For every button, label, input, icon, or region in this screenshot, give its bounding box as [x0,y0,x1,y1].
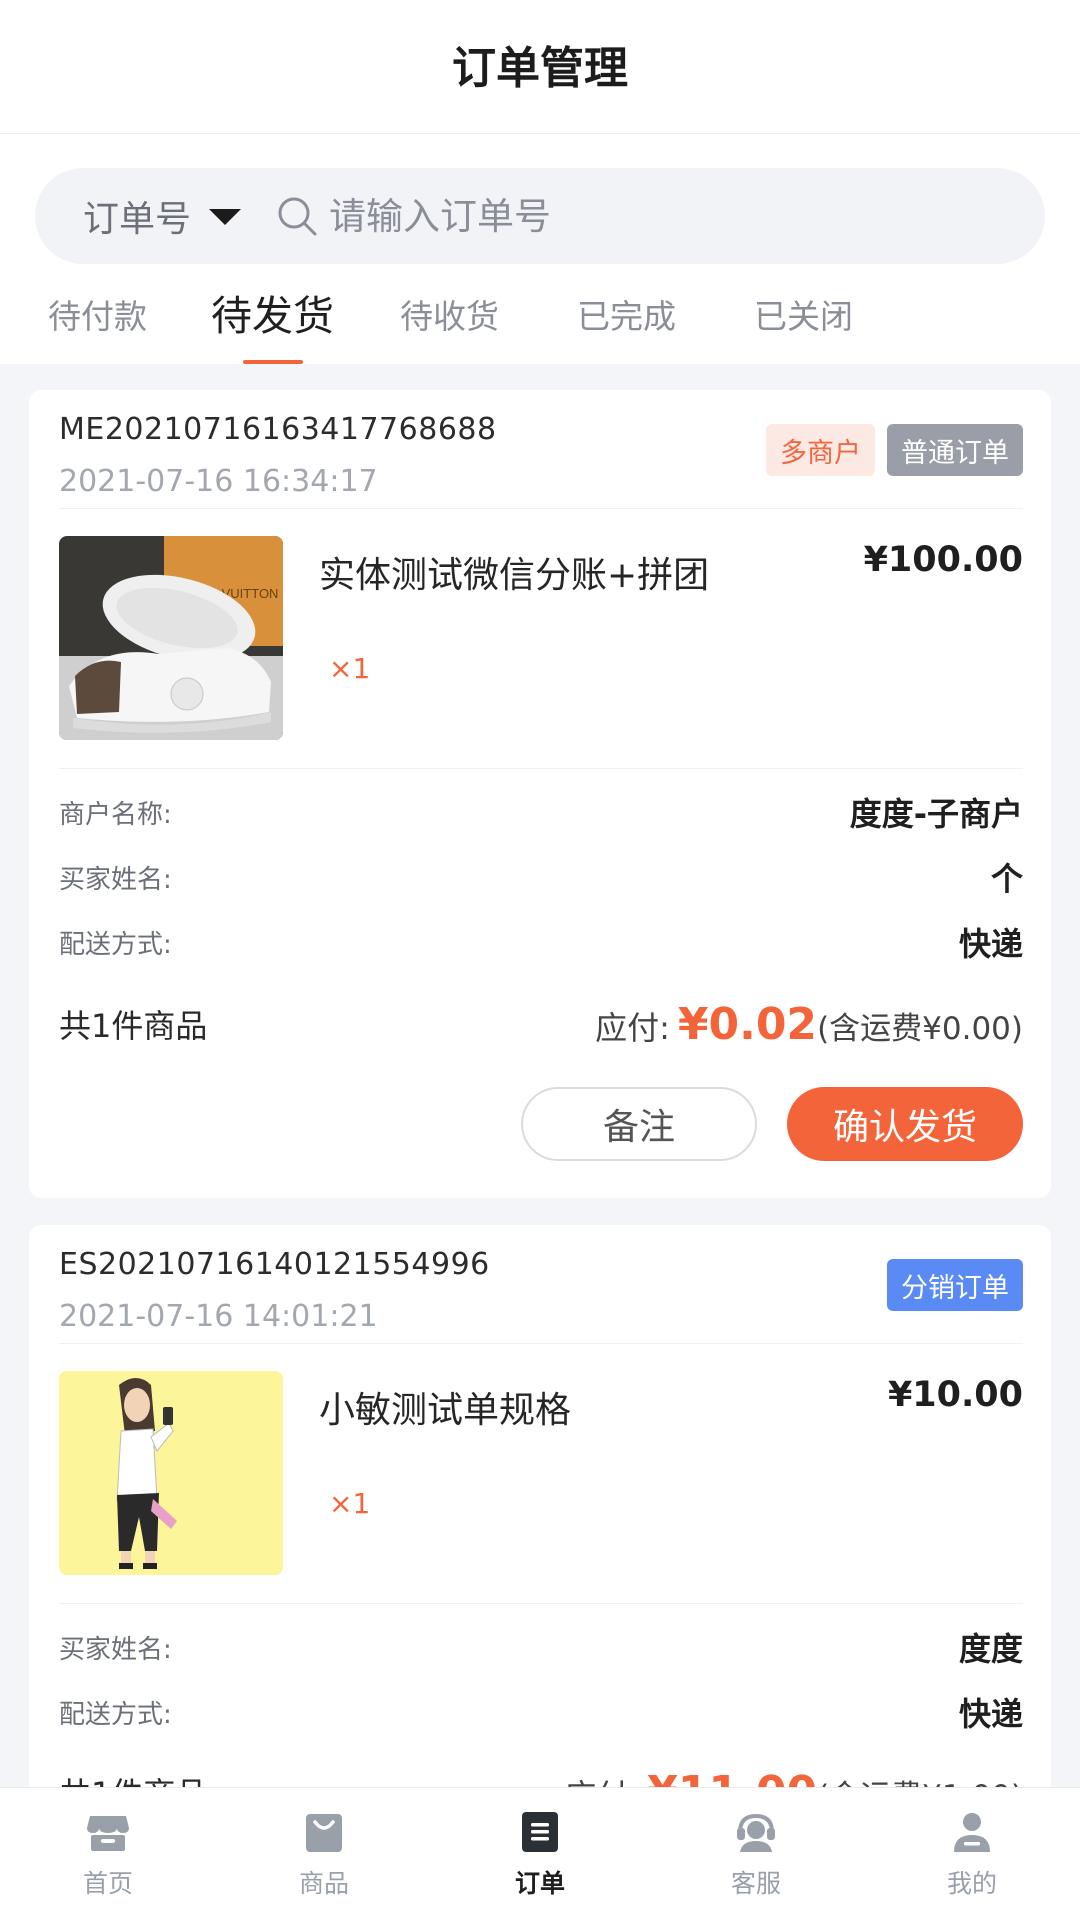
info-key: 配送方式: [59,1699,172,1730]
tab-pending-payment[interactable]: 待付款 [48,284,147,364]
bag-icon [306,1814,342,1852]
info-key: 买家姓名: [59,1634,172,1665]
page-title: 订单管理 [452,42,628,94]
status-tabs: 待付款 待发货 待收货 已完成 已关闭 [0,284,1080,364]
payable-label: 应付: [595,1008,670,1047]
product-quantity: ×1 [329,1487,371,1520]
app-header: 订单管理 [0,0,1080,134]
product-image-sneaker[interactable]: LOUIS VUITTON [59,536,283,740]
search-icon [278,197,317,236]
info-key: 配送方式: [59,929,172,960]
tab-completed[interactable]: 已完成 [577,284,676,364]
product-name: 实体测试微信分账+拼团 [319,555,710,596]
info-row-delivery: 配送方式: 快递 [59,1687,1023,1737]
order-time: 2021-07-16 14:01:21 [59,1299,378,1334]
multi-merchant-badge: 多商户 [766,424,875,476]
info-row-buyer: 买家姓名: 度度 [59,1622,1023,1672]
nav-home[interactable]: 首页 [0,1788,216,1920]
divider [59,508,1023,509]
search-input[interactable] [329,194,970,238]
shipping-fee: (含运费¥0.00) [817,1010,1023,1047]
info-row-delivery: 配送方式: 快递 [59,917,1023,967]
order-badges: 分销订单 [887,1259,1023,1311]
info-row-merchant: 商户名称: 度度-子商户 [59,787,1023,837]
product-quantity: ×1 [329,652,371,685]
user-icon [954,1813,990,1852]
order-summary: 共1件商品 应付: ¥0.02 (含运费¥0.00) [59,994,1023,1054]
product-name: 小敏测试单规格 [319,1390,572,1431]
order-icon [522,1812,558,1852]
divider [59,768,1023,769]
order-number: ES20210716140121554996 [59,1247,490,1282]
nav-products[interactable]: 商品 [216,1788,432,1920]
divider [59,1603,1023,1604]
info-key: 商户名称: [59,799,172,830]
bottom-nav: 首页 商品 订单 客服 我的 [0,1787,1080,1920]
product-image-figure[interactable] [59,1371,283,1575]
distribution-order-badge: 分销订单 [887,1259,1023,1311]
info-value: 快递 [958,925,1023,963]
product-price: ¥100.00 [863,540,1023,580]
order-number: ME20210716163417768688 [59,412,497,447]
caret-down-icon [209,209,242,225]
info-value: 度度 [958,1630,1023,1668]
search-and-tabs: 订单号 待付款 待发货 待收货 已完成 已关闭 [0,134,1080,364]
active-tab-indicator [242,360,303,364]
nav-customer-service[interactable]: 客服 [648,1788,864,1920]
info-key: 买家姓名: [59,864,172,895]
order-time: 2021-07-16 16:34:17 [59,464,378,499]
normal-order-badge: 普通订单 [887,424,1023,476]
product-price: ¥10.00 [887,1375,1023,1415]
search-type-label: 订单号 [83,199,192,240]
item-count: 共1件商品 [59,1007,208,1045]
nav-orders[interactable]: 订单 [432,1788,648,1920]
info-row-buyer: 买家姓名: 个 [59,852,1023,902]
payable-total: 应付: ¥0.02 (含运费¥0.00) [595,999,1023,1050]
info-value: 快递 [958,1695,1023,1733]
info-value: 度度-子商户 [849,795,1023,833]
tab-pending-receipt[interactable]: 待收货 [400,284,499,364]
store-icon [87,1816,129,1851]
payable-amount: ¥0.02 [677,998,818,1050]
order-badges: 多商户 普通订单 [766,424,1023,476]
info-value: 个 [990,860,1023,898]
note-button[interactable]: 备注 [521,1087,757,1161]
tab-pending-shipment[interactable]: 待发货 [211,284,334,364]
search-bar: 订单号 [35,168,1045,264]
confirm-shipment-button[interactable]: 确认发货 [787,1087,1023,1161]
headset-icon [737,1813,775,1852]
order-card[interactable]: ME20210716163417768688 2021-07-16 16:34:… [29,390,1051,1198]
tab-closed[interactable]: 已关闭 [754,284,853,364]
nav-mine[interactable]: 我的 [864,1788,1080,1920]
search-type-dropdown[interactable]: 订单号 [83,190,242,242]
divider [59,1343,1023,1344]
